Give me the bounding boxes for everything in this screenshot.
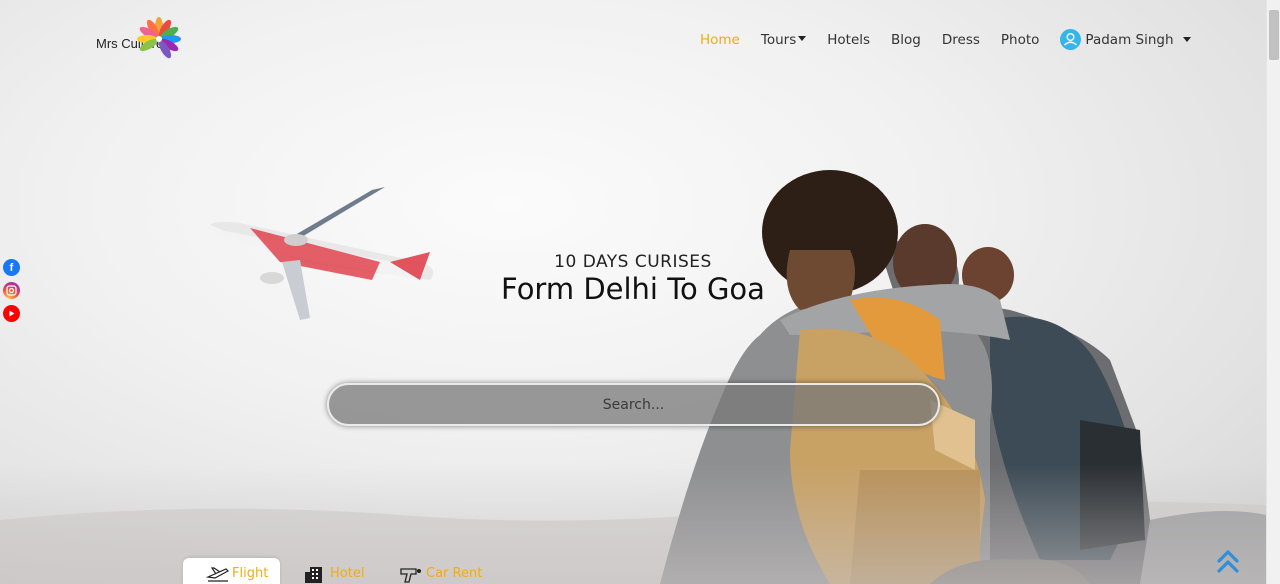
user-avatar-icon — [1060, 29, 1082, 50]
nav-blog-link[interactable]: Blog — [891, 32, 921, 48]
caret-down-icon — [798, 35, 807, 41]
flower-logo-icon — [137, 17, 181, 59]
tab-car-rent-label: Car Rent — [426, 566, 483, 581]
nav-home-link[interactable]: Home — [700, 32, 740, 48]
tab-hotel-label: Hotel — [330, 566, 365, 581]
nav-tours-label: Tours — [760, 31, 797, 48]
nav-tours-dropdown[interactable]: Tours — [760, 31, 807, 48]
tab-flight-label: Flight — [232, 566, 269, 581]
double-chevron-up-icon — [1217, 550, 1239, 573]
user-name: Padam Singh — [1085, 31, 1174, 48]
main-nav: Home Tours Hotels Blog Dress Photo Padam… — [700, 29, 1191, 50]
user-menu-dropdown[interactable]: Padam Singh — [1060, 29, 1191, 50]
flight-icon — [206, 567, 229, 582]
tab-flight[interactable]: Flight — [183, 558, 280, 584]
nav-hotels-link[interactable]: Hotels — [827, 32, 870, 48]
search-input[interactable] — [327, 383, 940, 426]
nav-photo-link[interactable]: Photo — [1001, 32, 1040, 48]
tab-hotel[interactable]: Hotel — [304, 558, 364, 584]
car-rent-icon — [400, 568, 421, 583]
scroll-to-top-button[interactable] — [1216, 549, 1240, 575]
hero-subtitle: 10 DAYS CURISES — [0, 252, 1266, 272]
hero-title: Form Delhi To Goa — [0, 272, 1266, 306]
caret-down-icon — [1182, 37, 1191, 42]
tab-car-rent[interactable]: Car Rent — [400, 558, 482, 584]
hero-title-text: Form Delhi To Goa — [501, 272, 765, 306]
scrollbar-thumb[interactable] — [1269, 10, 1279, 60]
hotel-icon — [305, 567, 322, 583]
site-logo[interactable]: Mrs Culture — [96, 14, 188, 64]
nav-dress-link[interactable]: Dress — [942, 32, 980, 48]
page-scrollbar[interactable] — [1266, 0, 1280, 584]
hero-subtitle-text: 10 DAYS CURISES — [554, 252, 712, 272]
youtube-icon[interactable] — [3, 305, 20, 322]
